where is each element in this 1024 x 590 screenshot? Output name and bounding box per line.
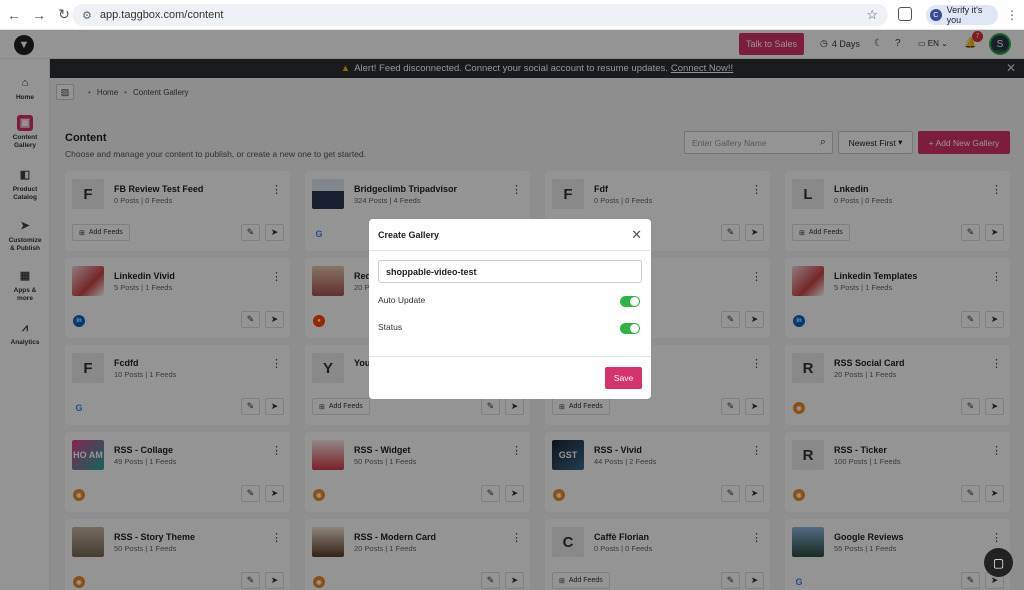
status-label: Status <box>378 322 403 332</box>
extensions-icon[interactable] <box>898 7 912 21</box>
browser-toolbar: ← → ↻ ⚙ app.taggbox.com/content ☆ C Veri… <box>0 0 1024 30</box>
url-text: app.taggbox.com/content <box>99 9 224 21</box>
bookmark-star-icon[interactable]: ☆ <box>866 7 878 23</box>
verify-label: Verify it's you <box>946 5 983 25</box>
save-button[interactable]: Save <box>605 367 642 389</box>
create-gallery-modal: Create Gallery ✕ shoppable-video-test Au… <box>369 219 651 399</box>
chat-icon[interactable]: ▢ <box>984 548 1013 577</box>
gallery-name-input[interactable]: shoppable-video-test <box>378 260 642 283</box>
verify-profile-button[interactable]: C Verify it's you <box>926 5 998 25</box>
auto-update-label: Auto Update <box>378 295 426 305</box>
modal-title: Create Gallery <box>378 230 440 240</box>
profile-avatar: C <box>930 9 942 21</box>
status-toggle[interactable] <box>620 323 640 334</box>
back-arrow-icon[interactable]: ← <box>3 4 25 26</box>
close-icon[interactable]: ✕ <box>631 227 642 243</box>
browser-menu-icon[interactable]: ⋮ <box>1006 8 1018 22</box>
address-bar[interactable]: ⚙ app.taggbox.com/content ☆ <box>72 4 888 26</box>
auto-update-toggle[interactable] <box>620 296 640 307</box>
forward-arrow-icon[interactable]: → <box>28 4 50 26</box>
site-settings-icon[interactable]: ⚙ <box>82 9 92 22</box>
